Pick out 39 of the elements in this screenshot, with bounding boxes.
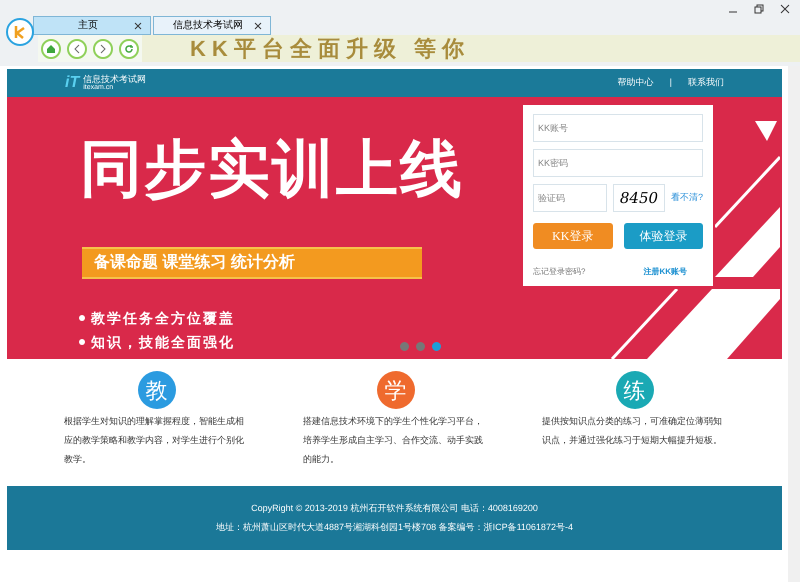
- feature-icon: 学: [376, 371, 414, 409]
- hero-ribbon: 备课命题 课堂练习 统计分析: [82, 247, 422, 279]
- refresh-captcha-link[interactable]: 看不清?: [670, 191, 703, 205]
- back-icon[interactable]: [67, 38, 87, 58]
- hero-bullet: 知识，技能全面强化: [91, 333, 235, 351]
- forward-icon[interactable]: [93, 38, 113, 58]
- site-logo-name[interactable]: 信息技术考试网: [83, 75, 146, 84]
- login-button[interactable]: KK登录: [533, 223, 612, 249]
- browser-tab[interactable]: 主页: [33, 16, 151, 35]
- feature-icon: 教: [138, 371, 176, 409]
- register-link[interactable]: 注册KK账号: [643, 266, 687, 278]
- footer-text: CopyRight © 2013-2019 杭州石开软件系统有限公司 电话：4008169200: [251, 502, 538, 515]
- separator: |: [670, 76, 672, 90]
- feature-description: 根据学生对知识的理解掌握程度，智能生成相应的教学策略和教学内容，对学生进行个别化教学。: [64, 415, 245, 466]
- forgot-password-link[interactable]: 忘记登录密码?: [533, 266, 586, 278]
- account-field[interactable]: KK账号: [533, 114, 703, 142]
- header-link[interactable]: 帮助中心: [618, 76, 654, 90]
- browser-tab[interactable]: 信息技术考试网: [153, 16, 271, 35]
- ad-banner[interactable]: KK平台全面升级 等你: [142, 35, 800, 62]
- restore-icon[interactable]: [754, 4, 764, 14]
- close-icon[interactable]: [134, 22, 142, 30]
- feature-description: 搭建信息技术环境下的学生个性化学习平台，培养学生形成自主学习、合作交流、动手实践的能力。: [303, 415, 484, 466]
- hero-bullet: 教学任务全方位覆盖: [91, 309, 235, 327]
- captcha-field[interactable]: 验证码: [533, 184, 607, 212]
- footer-text: 地址：杭州萧山区时代大道4887号湘湖科创园1号楼708 备案编号：浙ICP备11061872号-4: [216, 521, 573, 534]
- login-button[interactable]: 体验登录: [624, 223, 703, 249]
- feature-description: 提供按知识点分类的练习，可准确定位薄弱知识点，并通过强化练习于短期大幅提升短板。: [542, 415, 723, 447]
- home-icon[interactable]: [41, 38, 61, 58]
- app-logo-icon: [6, 18, 34, 46]
- site-logo-icon: iT: [65, 71, 80, 95]
- refresh-icon[interactable]: [119, 38, 139, 58]
- captcha-image[interactable]: 8450: [613, 184, 665, 212]
- feature-icon: 练: [616, 371, 654, 409]
- close-icon[interactable]: [780, 4, 790, 14]
- header-link[interactable]: 联系我们: [688, 76, 724, 90]
- password-field[interactable]: KK密码: [533, 149, 703, 177]
- bullet-icon: [79, 339, 85, 345]
- close-icon[interactable]: [254, 22, 262, 30]
- bullet-icon: [79, 315, 85, 321]
